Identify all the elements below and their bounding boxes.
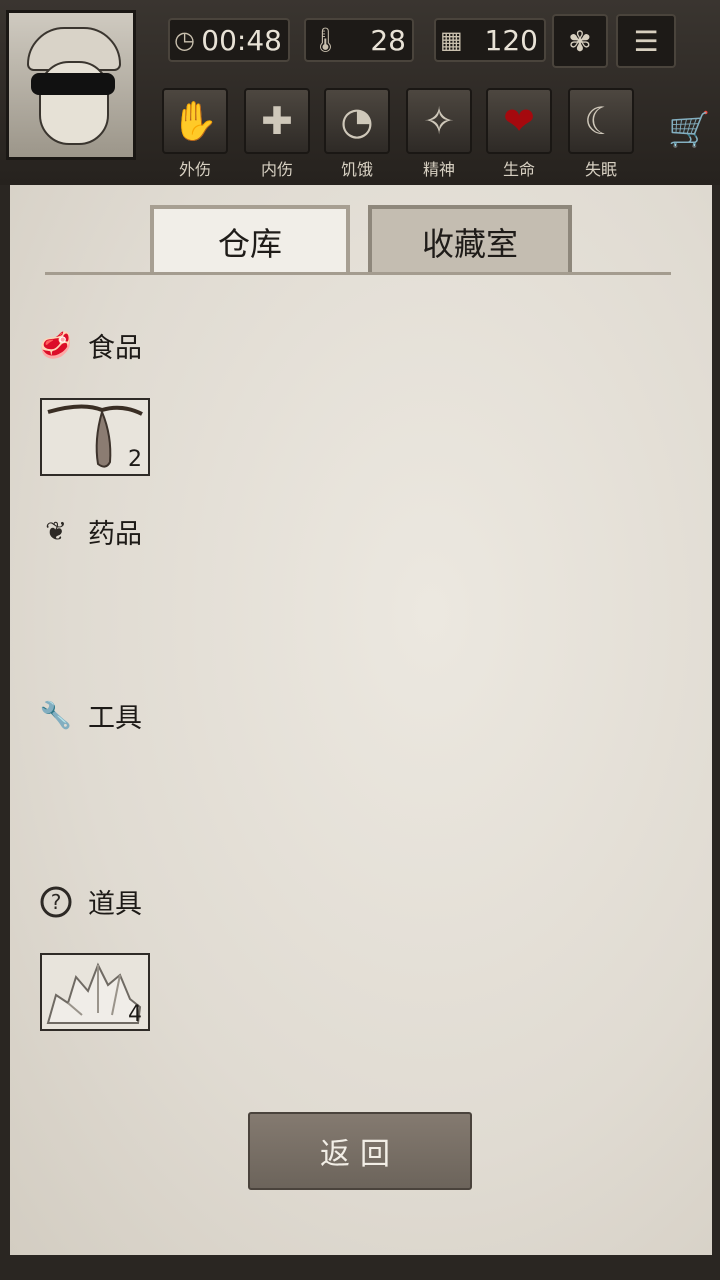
leaf-icon: ❦ [45, 516, 67, 547]
inventory-slot-food-item[interactable]: 2 [40, 398, 150, 476]
days-display: ▦ 120 [434, 18, 546, 62]
inventory-slot-props-item[interactable]: 4 [40, 953, 150, 1031]
sunglasses-icon [31, 73, 115, 95]
hand-bandage-icon: ✋ [162, 88, 228, 154]
status-mental[interactable]: ✧ 精神 [406, 88, 472, 179]
cross-icon: ✚ [244, 88, 310, 154]
section-food: 🥩 食品 [38, 326, 142, 365]
sunflower-icon: ✾ [568, 24, 592, 58]
moon-star-icon: ☾ [568, 88, 634, 154]
return-button[interactable]: 返回 [248, 1112, 472, 1190]
calendar-icon: ▦ [440, 26, 463, 54]
status-internal-injury[interactable]: ✚ 内伤 [244, 88, 310, 179]
sunflower-button[interactable]: ✾ [552, 14, 608, 68]
status-external-injury[interactable]: ✋ 外伤 [162, 88, 228, 179]
avatar[interactable] [6, 10, 136, 160]
section-medicine: ❦ 药品 [38, 512, 142, 551]
time-display: ◷ 00:48 [168, 18, 290, 62]
stomach-icon: ◔ [324, 88, 390, 154]
tab-divider [45, 272, 671, 275]
section-props: ? 道具 [38, 882, 142, 921]
thermometer-icon: 🌡 [310, 26, 341, 54]
status-insomnia[interactable]: ☾ 失眠 [568, 88, 634, 179]
menu-icon: ☰ [633, 24, 659, 58]
tab-collection[interactable]: 收藏室 [368, 205, 572, 275]
mind-icon: ✧ [406, 88, 472, 154]
meat-icon: 🥩 [39, 330, 73, 361]
menu-button[interactable]: ☰ [616, 14, 676, 68]
heart-icon: ❤ [486, 88, 552, 154]
shopping-cart-icon[interactable]: 🛒 [668, 110, 710, 150]
temperature-display: 🌡 28 [304, 18, 414, 62]
clock-icon: ◷ [174, 26, 195, 54]
status-hunger[interactable]: ◔ 饥饿 [324, 88, 390, 179]
svg-text:?: ? [51, 890, 62, 914]
tab-warehouse[interactable]: 仓库 [150, 205, 350, 275]
section-tools: 🔧 工具 [38, 696, 142, 735]
wrench-icon: 🔧 [39, 700, 73, 731]
status-health[interactable]: ❤ 生命 [486, 88, 552, 179]
question-circle-icon: ? [38, 884, 74, 920]
